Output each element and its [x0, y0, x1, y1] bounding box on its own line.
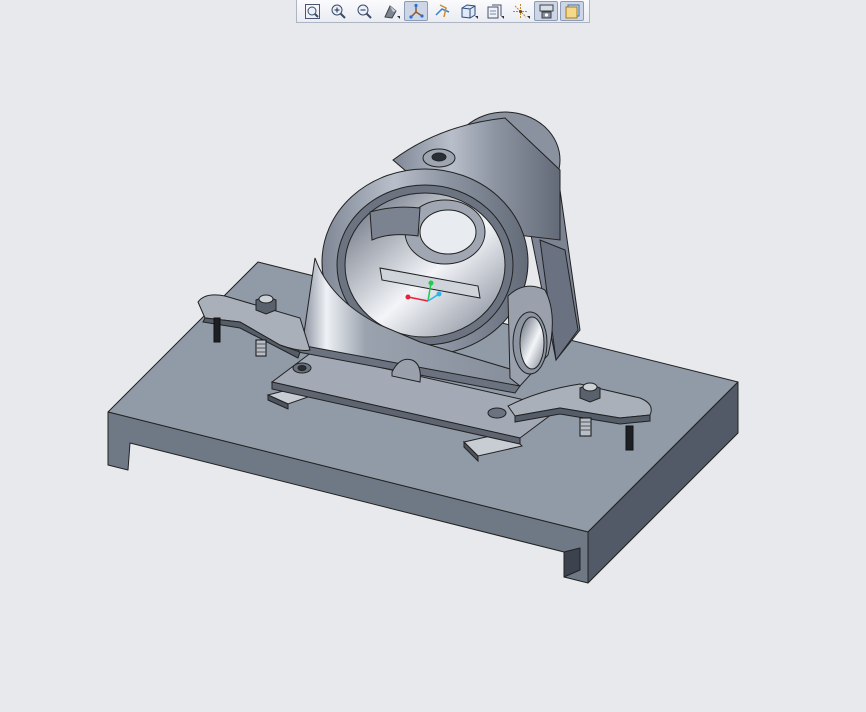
zoom-in-button[interactable] [326, 1, 350, 21]
shading-style-button[interactable] [378, 1, 402, 21]
spin-center-button[interactable] [508, 1, 532, 21]
dropdown-arrow-icon [475, 16, 478, 19]
graphics-toolbar [296, 0, 590, 23]
orient-mode-icon [539, 4, 553, 18]
annotation-display-button[interactable] [430, 1, 454, 21]
layers-icon [565, 4, 579, 18]
view-manager-button[interactable] [482, 1, 506, 21]
zoom-in-icon [331, 4, 346, 19]
saved-views-button[interactable] [456, 1, 480, 21]
annotation-display-icon [434, 3, 449, 17]
datum-display-button[interactable] [404, 1, 428, 21]
layers-button[interactable] [560, 1, 584, 21]
dropdown-arrow-icon [527, 16, 530, 19]
orient-mode-button[interactable] [534, 1, 558, 21]
model-view[interactable] [0, 23, 866, 708]
zoom-fit-button[interactable] [300, 1, 324, 21]
zoom-out-button[interactable] [352, 1, 376, 21]
dropdown-arrow-icon [397, 16, 400, 19]
zoom-fit-icon [304, 3, 320, 19]
shading-style-icon [383, 4, 397, 19]
zoom-out-icon [357, 4, 372, 19]
mounting-hole [292, 362, 312, 374]
datum-display-icon [408, 3, 424, 19]
dropdown-arrow-icon [501, 16, 504, 19]
saved-views-icon [461, 3, 475, 19]
view-manager-icon [487, 4, 501, 18]
spin-center-icon [512, 3, 528, 19]
graphics-viewport[interactable] [0, 23, 866, 708]
